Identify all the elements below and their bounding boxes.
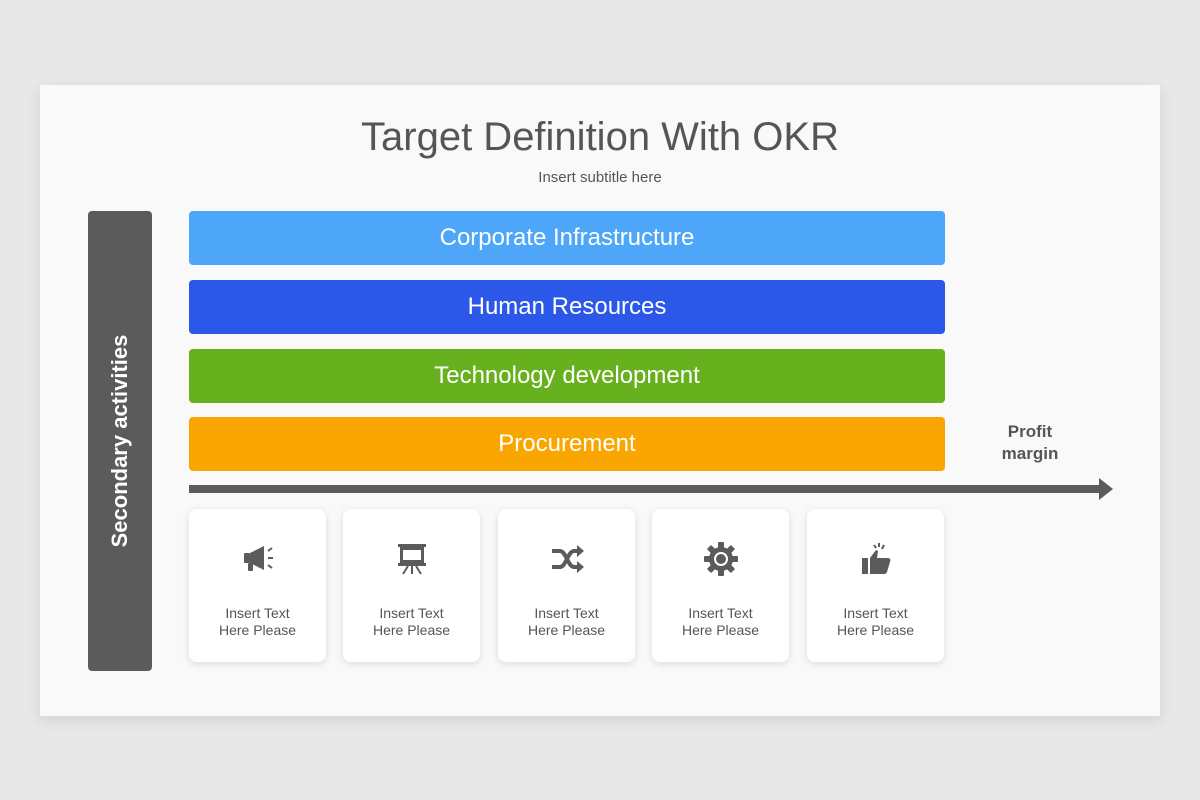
card-text: Insert Text Here Please bbox=[836, 605, 915, 638]
card-text: Insert Text Here Please bbox=[372, 605, 451, 638]
secondary-activities-label: Secondary activities bbox=[107, 334, 132, 548]
shuffle-icon bbox=[551, 545, 584, 573]
card-text: Insert Text Here Please bbox=[527, 605, 606, 638]
megaphone-icon bbox=[243, 546, 273, 571]
slide-title: Target Definition With OKR bbox=[361, 115, 839, 159]
band-technology-development: Technology development bbox=[189, 349, 945, 403]
profit-margin-label: Profit margin bbox=[1001, 422, 1059, 463]
value-chain-arrow bbox=[189, 478, 1113, 500]
slide: Target Definition With OKR Insert subtit… bbox=[40, 85, 1160, 716]
secondary-activities-bar: Secondary activities bbox=[88, 211, 152, 671]
card-text: Insert Text Here Please bbox=[218, 605, 297, 638]
card-5: Insert Text Here Please bbox=[807, 509, 944, 662]
card-3: Insert Text Here Please bbox=[498, 509, 635, 662]
slide-subtitle: Insert subtitle here bbox=[538, 169, 662, 186]
thumbs-up-icon bbox=[861, 543, 890, 574]
band-human-resources: Human Resources bbox=[189, 280, 945, 334]
gear-icon bbox=[703, 542, 738, 576]
card-1: Insert Text Here Please bbox=[189, 509, 326, 662]
band-corporate-infrastructure: Corporate Infrastructure bbox=[189, 211, 945, 265]
band-procurement: Procurement bbox=[189, 417, 945, 471]
card-4: Insert Text Here Please bbox=[652, 509, 789, 662]
card-text: Insert Text Here Please bbox=[681, 605, 760, 638]
card-2: Insert Text Here Please bbox=[343, 509, 480, 662]
presentation-board-icon bbox=[397, 544, 426, 575]
